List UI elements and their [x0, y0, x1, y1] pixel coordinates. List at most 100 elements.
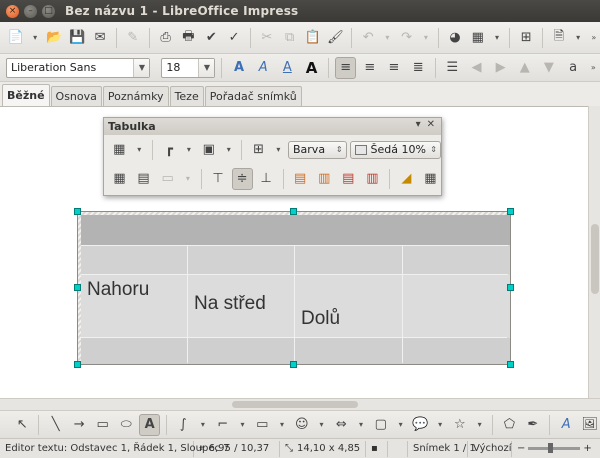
justify-icon[interactable]: ≣ [408, 57, 429, 79]
document-modified-icon[interactable]: ▪ [366, 440, 388, 457]
character-icon[interactable]: a [562, 57, 583, 79]
paste-icon[interactable]: 📋 [303, 27, 323, 49]
zoom-control[interactable]: − + [512, 441, 597, 457]
bullets-icon[interactable]: ☰ [442, 57, 463, 79]
chevron-down-icon[interactable]: ▾ [394, 414, 407, 436]
move-down-icon[interactable]: ▼ [538, 57, 559, 79]
zoom-slider-knob[interactable] [548, 443, 554, 453]
cut-icon[interactable]: ✂ [257, 27, 277, 49]
table-dropdown-icon[interactable]: ▾ [491, 27, 504, 49]
horizontal-scroll-thumb[interactable] [232, 401, 358, 408]
flowchart-icon[interactable]: ▢ [371, 414, 391, 436]
fontwork-icon[interactable]: ✒ [523, 414, 543, 436]
copy-icon[interactable]: ⧉ [280, 27, 300, 49]
chevron-down-icon[interactable]: ▼ [133, 58, 150, 77]
resize-handle[interactable] [290, 208, 297, 215]
table-cell-bottom-aligned[interactable]: Dolů [295, 275, 402, 337]
block-arrows-icon[interactable]: ⇔ [331, 414, 351, 436]
table-header-row[interactable] [81, 215, 510, 245]
table-properties-icon[interactable]: ▦ [420, 168, 441, 190]
rectangle-icon[interactable]: ▭ [92, 414, 112, 436]
spellcheck-icon[interactable]: ✔ [201, 27, 221, 49]
promote-icon[interactable]: ◀ [466, 57, 487, 79]
table-cell-top-aligned[interactable]: Nahoru [81, 275, 187, 337]
tab-handout[interactable]: Teze [169, 86, 204, 106]
curve-icon[interactable]: ∫ [173, 414, 193, 436]
text-box-icon[interactable]: A [556, 414, 576, 436]
font-size-combo[interactable]: 18 ▼ [161, 57, 216, 78]
table-cell[interactable] [295, 338, 402, 364]
chevron-down-icon[interactable]: ▼ [198, 58, 215, 77]
edit-file-icon[interactable]: ✎ [123, 27, 143, 49]
insert-row-icon[interactable]: ▤ [290, 168, 311, 190]
chevron-down-icon[interactable]: ▾ [355, 414, 368, 436]
insert-table-icon[interactable]: ▦ [109, 139, 130, 161]
toolbar-overflow-icon[interactable]: » [587, 57, 600, 79]
table-toolbar-titlebar[interactable]: Tabulka ▾ ✕ [104, 118, 441, 135]
align-center-vertical-icon[interactable]: ≑ [231, 167, 253, 190]
print-icon[interactable]: 🖶 [179, 27, 199, 49]
chevron-down-icon[interactable]: ▾ [473, 414, 486, 436]
horizontal-scrollbar[interactable] [0, 398, 600, 410]
table-cell[interactable] [403, 275, 510, 337]
vertical-scrollbar[interactable] [588, 106, 600, 398]
font-name-combo[interactable]: Liberation Sans ▼ [6, 57, 151, 78]
split-cells-icon[interactable]: ▤ [133, 168, 154, 190]
align-center-icon[interactable]: ≡ [359, 57, 380, 79]
move-up-icon[interactable]: ▲ [514, 57, 535, 79]
display-views-icon[interactable]: ⊞ [516, 27, 536, 49]
basic-shapes-icon[interactable]: ▭ [252, 414, 272, 436]
area-style-select[interactable]: Barva ⇕ [288, 140, 347, 159]
tab-slide-sorter[interactable]: Pořadač snímků [204, 86, 302, 106]
image-icon[interactable]: 🖼 [580, 414, 600, 436]
table-cell[interactable] [403, 338, 510, 364]
table-icon[interactable]: ▦ [468, 27, 488, 49]
line-arrow-icon[interactable]: → [69, 414, 89, 436]
undo-dropdown-icon[interactable]: ▾ [381, 27, 394, 49]
zoom-slider[interactable] [528, 443, 581, 453]
area-color-select[interactable]: Šedá 10% ⇕ [349, 140, 441, 159]
vertical-scroll-thumb[interactable] [591, 224, 599, 294]
delete-column-icon[interactable]: ▥ [362, 168, 383, 190]
slide-icon[interactable]: 🗎 [549, 27, 569, 49]
chevron-down-icon[interactable]: ▾ [182, 139, 195, 161]
email-icon[interactable]: ✉ [90, 27, 110, 49]
stars-icon[interactable]: ☆ [450, 414, 470, 436]
underline-font-icon[interactable]: A [277, 57, 298, 79]
delete-row-icon[interactable]: ▤ [338, 168, 359, 190]
italic-font-icon[interactable]: A [253, 57, 274, 79]
table-design-icon[interactable]: ◢ [396, 168, 417, 190]
new-dropdown-icon[interactable]: ▾ [29, 27, 42, 49]
optimize-icon[interactable]: ▭ [157, 168, 178, 190]
chevron-down-icon[interactable]: ▾ [275, 414, 288, 436]
border-color-icon[interactable]: ▣ [199, 139, 220, 161]
resize-handle[interactable] [74, 284, 81, 291]
ellipse-icon[interactable]: ⬭ [116, 414, 136, 436]
line-style-icon[interactable]: ┏ [159, 139, 180, 161]
table-cell[interactable] [188, 246, 294, 274]
callouts-icon[interactable]: 💬 [410, 414, 430, 436]
tab-normal[interactable]: Běžné [2, 84, 50, 106]
export-pdf-icon[interactable]: ⎙ [156, 27, 176, 49]
align-right-icon[interactable]: ≡ [383, 57, 404, 79]
resize-handle[interactable] [74, 208, 81, 215]
toolbar-overflow-icon[interactable]: » [588, 27, 600, 49]
insert-column-icon[interactable]: ▥ [314, 168, 335, 190]
align-top-icon[interactable]: ⊤ [207, 168, 228, 190]
shadow-font-icon[interactable]: A [301, 57, 322, 79]
close-window-button[interactable]: × [6, 4, 19, 18]
borders-icon[interactable]: ⊞ [248, 139, 269, 161]
save-icon[interactable]: 💾 [67, 27, 87, 49]
clone-formatting-icon[interactable]: 🖌 [325, 27, 345, 49]
chevron-down-icon[interactable]: ▾ [236, 414, 249, 436]
toolbar-menu-icon[interactable]: ▾ [416, 119, 421, 130]
tab-outline[interactable]: Osnova [50, 86, 102, 106]
bold-font-icon[interactable]: A [228, 57, 249, 79]
chevron-down-icon[interactable]: ▾ [222, 139, 235, 161]
close-icon[interactable]: ✕ [427, 119, 435, 130]
chevron-down-icon[interactable]: ▾ [272, 139, 285, 161]
table-cell-center-aligned[interactable]: Na střed [188, 275, 294, 337]
open-file-icon[interactable]: 📂 [44, 27, 64, 49]
table-cell[interactable] [295, 246, 402, 274]
redo-dropdown-icon[interactable]: ▾ [420, 27, 433, 49]
